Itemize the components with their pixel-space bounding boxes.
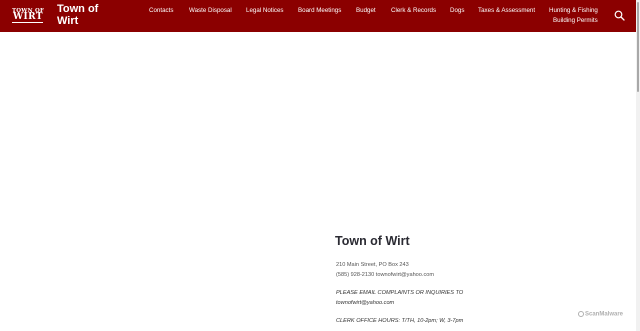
logo-underline xyxy=(12,22,43,23)
search-icon[interactable] xyxy=(614,10,625,21)
nav-item-contacts[interactable]: Contacts xyxy=(149,7,173,15)
complaints-email: townofwirt@yahoo.com xyxy=(336,300,395,306)
watermark-icon xyxy=(578,311,584,317)
scanmalware-watermark: ScanMalware xyxy=(578,311,623,318)
address-text: 210 Main Street, PO Box 243 xyxy=(336,262,409,268)
info-title: Town of Wirt xyxy=(335,234,410,248)
nav-item-board-meetings[interactable]: Board Meetings xyxy=(298,7,341,15)
office-hours: CLERK OFFICE HOURS: T/TH, 10-2pm; W, 3-7… xyxy=(336,318,464,324)
town-logo[interactable]: TOWN OF WIRT xyxy=(12,8,44,23)
nav-item-dogs[interactable]: Dogs xyxy=(450,7,464,15)
scrollbar-thumb[interactable] xyxy=(637,2,639,92)
watermark-text: ScanMalware xyxy=(585,311,624,318)
nav-item-waste-disposal[interactable]: Waste Disposal xyxy=(189,7,232,15)
nav-item-legal-notices[interactable]: Legal Notices xyxy=(246,7,284,15)
page: TOWN OF WIRT Town of Wirt Contacts Waste… xyxy=(0,0,640,331)
nav-item-taxes-assessment[interactable]: Taxes & Assessment xyxy=(478,7,535,15)
nav-item-building-permits[interactable]: Building Permits xyxy=(553,17,598,25)
site-title[interactable]: Town of Wirt xyxy=(57,3,113,27)
nav-item-clerk-records[interactable]: Clerk & Records xyxy=(391,7,436,15)
site-header: TOWN OF WIRT Town of Wirt Contacts Waste… xyxy=(0,0,636,32)
phone-email-text: (585) 928-2130 townofwirt@yahoo.com xyxy=(336,272,435,278)
nav-item-budget[interactable]: Budget xyxy=(356,7,376,15)
logo-line-2: WIRT xyxy=(13,12,43,22)
complaints-notice: PLEASE EMAIL COMPLAINTS OR INQUIRIES TO xyxy=(336,290,464,296)
page-scrollbar[interactable] xyxy=(636,0,640,331)
nav-item-hunting-fishing[interactable]: Hunting & Fishing xyxy=(549,7,598,15)
